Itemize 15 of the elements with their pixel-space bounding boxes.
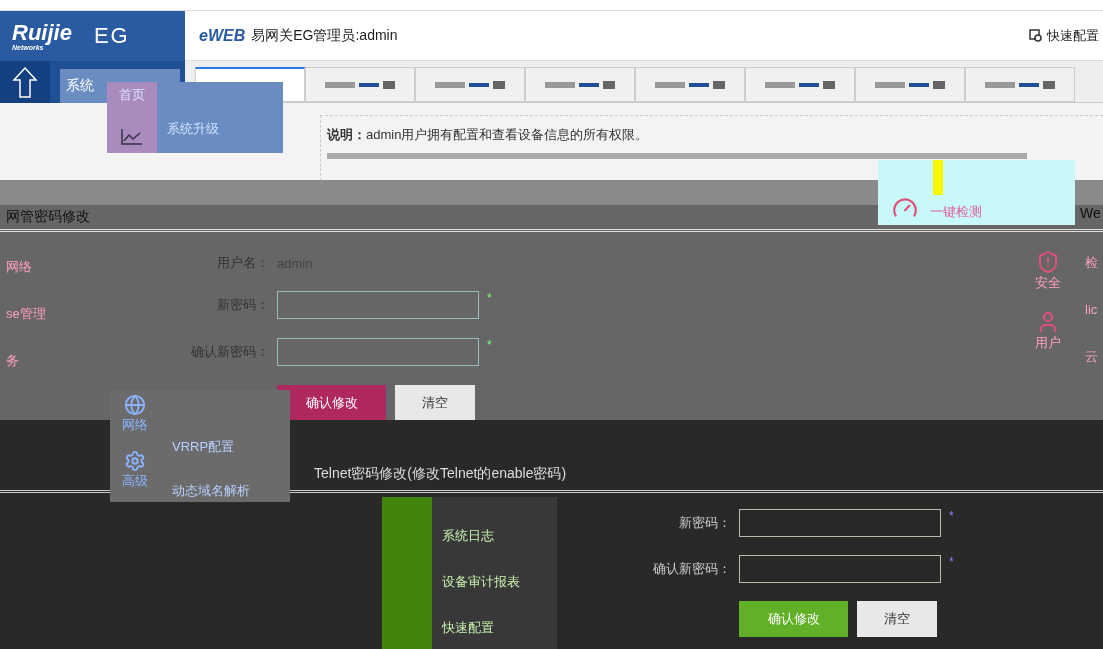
notice-text: 说明：admin用户拥有配置和查看设备信息的所有权限。 <box>327 126 650 144</box>
required-mark: * <box>949 509 955 523</box>
field-label: 新密码： <box>678 514 731 532</box>
brand-logo: Ruijie <box>12 21 72 44</box>
required-mark: * <box>949 555 955 569</box>
eweb-logo: eWEB <box>199 26 246 45</box>
field-label: 确认新密码： <box>652 560 731 578</box>
product-name: EG <box>93 23 130 49</box>
header-text: We <box>1080 205 1101 221</box>
required-mark: * <box>487 338 493 352</box>
panel-title: Telnet密码修改(修改Telnet的enable密码) <box>313 465 567 483</box>
required-mark: * <box>487 291 493 305</box>
window-title: 易网关EG管理员:admin <box>251 26 398 45</box>
menu-heading: 首页 <box>119 86 145 104</box>
panel-title: 网管密码修改 <box>5 208 90 226</box>
